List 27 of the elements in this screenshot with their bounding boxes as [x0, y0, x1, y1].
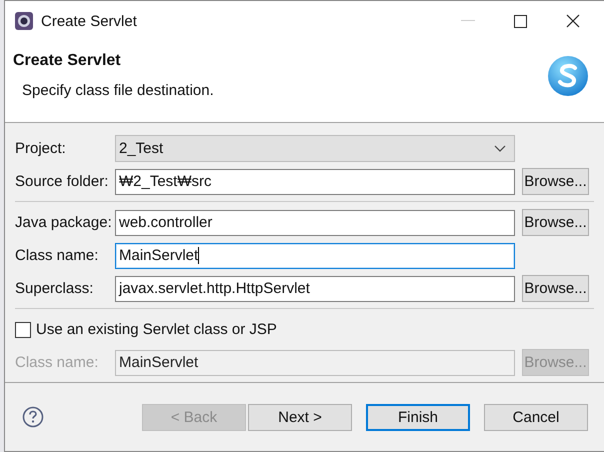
- chevron-down-icon: [494, 145, 506, 152]
- wizard-button[interactable]: Cancel: [484, 404, 588, 431]
- field-label: Superclass:: [15, 280, 94, 298]
- page-message: Specify class file destination.: [22, 82, 215, 99]
- field-label: Java package:: [15, 214, 113, 232]
- field-label: Project:: [15, 140, 67, 158]
- page-title: Create Servlet: [13, 52, 122, 70]
- field-label: Class name:: [15, 354, 100, 372]
- field-label: Class name:: [15, 247, 100, 264]
- text-field[interactable]: MainServlet: [115, 242, 515, 269]
- help-icon[interactable]: [22, 406, 44, 428]
- text-field[interactable]: ₩2_Test₩src: [115, 168, 515, 195]
- browse-button[interactable]: Browse...: [522, 275, 589, 302]
- close-icon[interactable]: [566, 14, 580, 28]
- app-icon: [14, 11, 34, 32]
- window-title: Create Servlet: [41, 12, 137, 30]
- text-field[interactable]: web.controller: [115, 210, 515, 236]
- browse-button[interactable]: Browse...: [522, 209, 589, 236]
- text-field[interactable]: javax.servlet.http.HttpServlet: [115, 276, 515, 302]
- browse-button[interactable]: Browse...: [522, 168, 589, 196]
- existing-class-checkbox[interactable]: Use an existing Servlet class or JSP: [15, 321, 277, 338]
- project-dropdown[interactable]: 2_Test: [115, 135, 515, 162]
- wizard-button[interactable]: Next >: [248, 404, 352, 431]
- field-label: Source folder:: [15, 173, 110, 190]
- servlet-logo-icon: [546, 54, 590, 98]
- maximize-icon[interactable]: [514, 14, 527, 28]
- wizard-button[interactable]: Finish: [366, 404, 470, 431]
